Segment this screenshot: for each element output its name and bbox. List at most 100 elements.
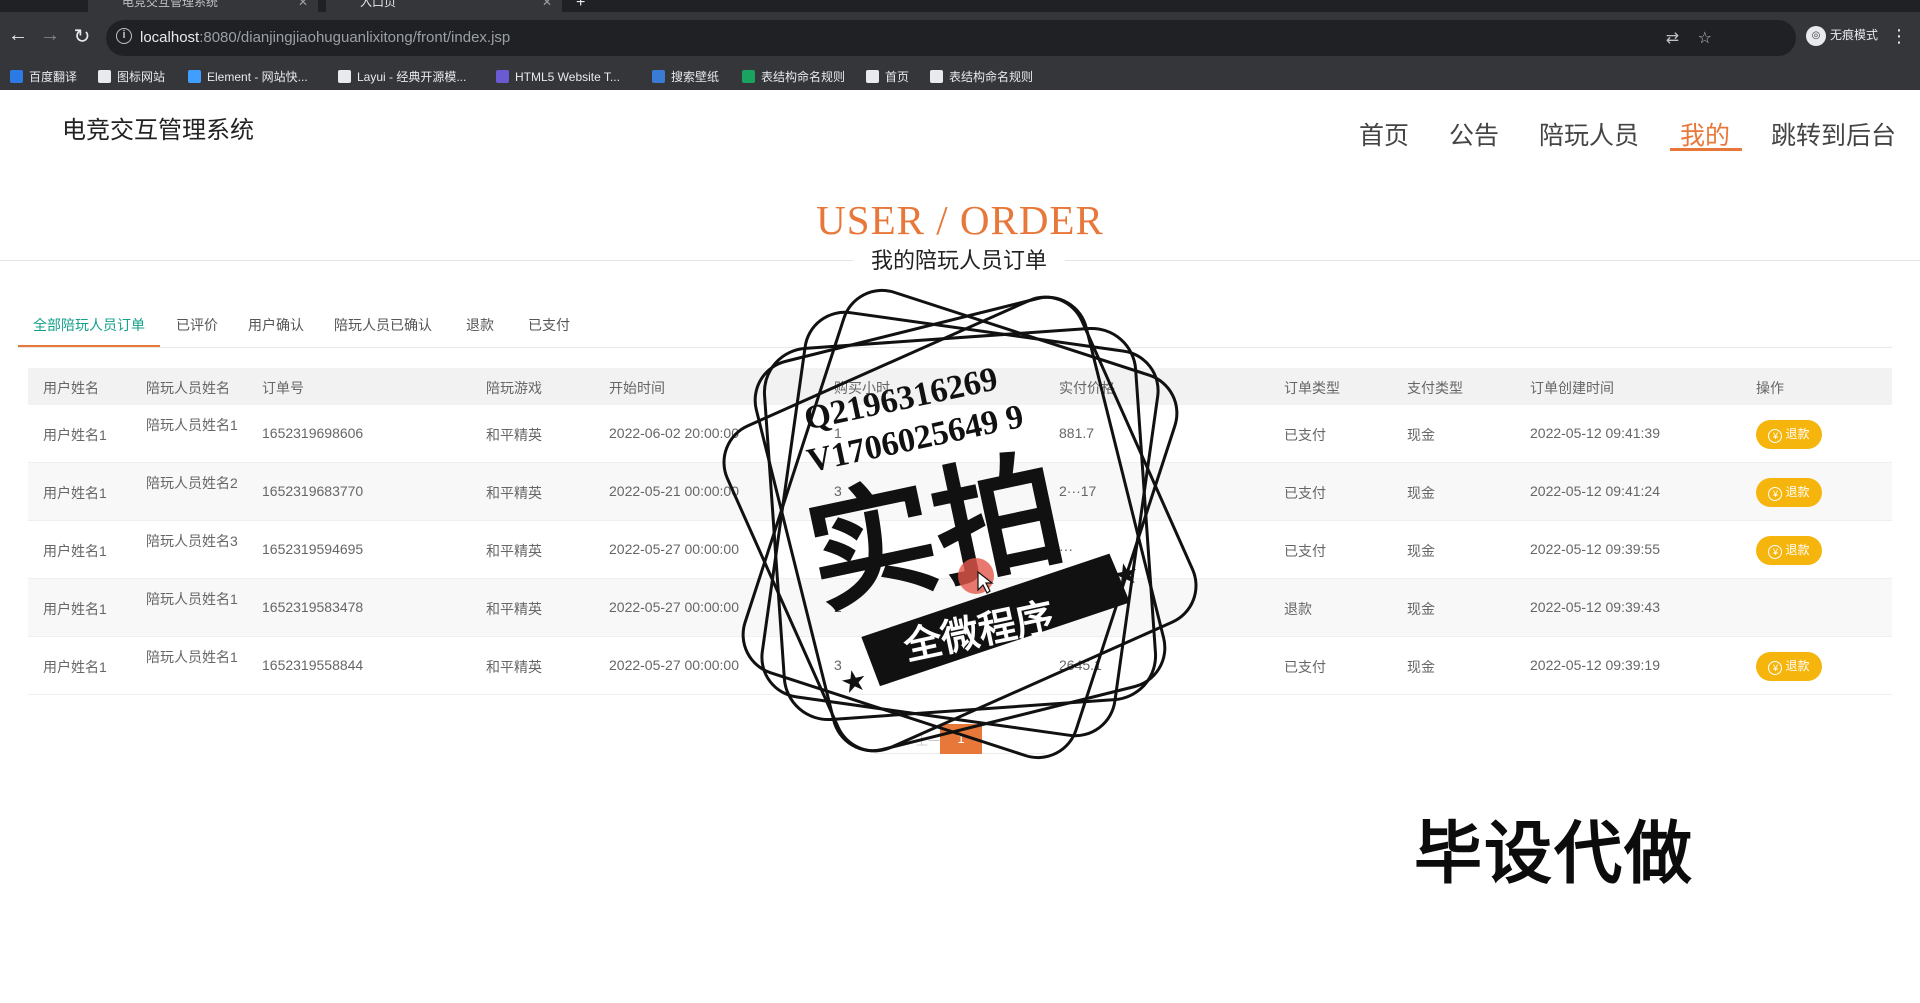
tab-title: 入口页	[360, 0, 397, 9]
cell-game: 和平精英	[486, 543, 542, 559]
new-tab-icon[interactable]: +	[576, 0, 585, 12]
cell-pay-type: 现金	[1407, 485, 1435, 501]
browser-tab-active[interactable]: 入口页 ✕	[326, 0, 562, 12]
bookmark-star-icon[interactable]: ☆	[1698, 30, 1712, 47]
bookmark-label: Element - 网站快...	[207, 70, 308, 84]
refund-button[interactable]: ¥ 退款	[1756, 536, 1822, 565]
section-heading: USER / ORDER	[816, 197, 1104, 243]
nav-notice[interactable]: 公告	[1449, 116, 1499, 152]
cell-order-number: 1652319698606	[262, 425, 364, 441]
bookmark-label: 表结构命名规则	[949, 70, 1034, 84]
cell-game: 和平精英	[486, 601, 542, 617]
close-tab-icon[interactable]: ✕	[298, 0, 308, 12]
tab-refund[interactable]: 退款	[466, 315, 494, 335]
cell-companion-name: 陪玩人员姓名2	[146, 475, 238, 491]
cell-pay-type: 现金	[1407, 543, 1435, 559]
nav-companions[interactable]: 陪玩人员	[1539, 116, 1639, 152]
refund-label: 退款	[1785, 427, 1810, 441]
section-subheading: 我的陪玩人员订单	[853, 246, 1065, 276]
reload-icon[interactable]: ↻	[70, 24, 94, 49]
bookmark-favicon-icon	[652, 70, 665, 83]
cell-order-number: 1652319594695	[262, 541, 364, 557]
bookmark-item[interactable]: 表结构命名规则	[742, 68, 845, 86]
bookmark-label: 表结构命名规则	[761, 70, 846, 84]
bookmark-item[interactable]: HTML5 Website T...	[496, 68, 620, 86]
nav-home[interactable]: 首页	[1359, 116, 1409, 152]
tab-reviewed[interactable]: 已评价	[176, 315, 218, 335]
yuan-icon: ¥	[1768, 545, 1783, 559]
nav-mine[interactable]: 我的	[1680, 116, 1730, 152]
column-header: 操作	[1756, 380, 1784, 396]
cell-user-name: 用户姓名1	[43, 543, 107, 559]
browser-tab[interactable]: 电竞交互管理系统 ✕	[88, 0, 318, 12]
bookmark-favicon-icon	[930, 70, 943, 83]
cell-order-number: 1652319683770	[262, 483, 364, 499]
bookmark-label: HTML5 Website T...	[515, 70, 620, 84]
bookmark-item[interactable]: 百度翻译	[10, 68, 77, 86]
cell-game: 和平精英	[486, 485, 542, 501]
bookmark-item[interactable]: Layui - 经典开源模...	[338, 68, 466, 86]
cell-user-name: 用户姓名1	[43, 659, 107, 675]
tab-companion-confirmed[interactable]: 陪玩人员已确认	[334, 315, 432, 335]
bookmark-item[interactable]: 搜索壁纸	[652, 68, 719, 86]
url-text[interactable]: localhost:8080/dianjingjiaohuguanlixiton…	[140, 29, 510, 46]
cell-game: 和平精英	[486, 427, 542, 443]
site-title: 电竞交互管理系统	[62, 117, 254, 144]
cell-order-number: 1652319583478	[262, 599, 364, 615]
bookmark-item[interactable]: Element - 网站快...	[188, 68, 308, 86]
cell-order-number: 1652319558844	[262, 657, 364, 673]
close-tab-icon[interactable]: ✕	[542, 0, 552, 12]
tab-all-orders[interactable]: 全部陪玩人员订单	[33, 315, 145, 335]
star-icon: ★	[1109, 556, 1142, 594]
browser-menu-icon[interactable]: ⋮	[1890, 26, 1908, 47]
cell-order-type: 已支付	[1284, 543, 1326, 559]
incognito-icon: ◎	[1805, 26, 1826, 46]
column-header: 用户姓名	[43, 380, 99, 396]
bookmark-label: 图标网站	[117, 70, 166, 84]
cell-created-time: 2022-05-12 09:39:43	[1530, 599, 1660, 615]
bookmark-favicon-icon	[742, 70, 755, 83]
cell-created-time: 2022-05-12 09:39:55	[1530, 541, 1660, 557]
refund-button[interactable]: ¥ 退款	[1756, 652, 1822, 681]
column-header: 订单号	[262, 380, 304, 396]
bookmarks-bar: 百度翻译 图标网站 Element - 网站快... Layui - 经典开源模...…	[0, 64, 1920, 90]
refund-label: 退款	[1785, 659, 1810, 673]
cell-user-name: 用户姓名1	[43, 427, 107, 443]
yuan-icon: ¥	[1768, 661, 1783, 675]
incognito-indicator[interactable]: ◎ 无痕模式	[1805, 26, 1878, 46]
nav-admin[interactable]: 跳转到后台	[1771, 116, 1896, 152]
browser-toolbar: ← → ↻ i localhost:8080/dianjingjiaohugua…	[0, 12, 1920, 64]
cell-order-type: 已支付	[1284, 485, 1326, 501]
column-header: 支付类型	[1407, 380, 1463, 396]
cell-companion-name: 陪玩人员姓名1	[146, 417, 238, 433]
bookmark-label: 搜索壁纸	[671, 70, 720, 84]
bookmark-favicon-icon	[866, 70, 879, 83]
site-info-icon[interactable]: i	[116, 28, 132, 44]
cell-created-time: 2022-05-12 09:39:19	[1530, 657, 1660, 673]
incognito-label: 无痕模式	[1829, 28, 1878, 43]
back-arrow-icon[interactable]: ←	[6, 24, 30, 47]
refund-button[interactable]: ¥ 退款	[1756, 420, 1822, 449]
bookmark-item[interactable]: 首页	[866, 68, 909, 86]
refund-button[interactable]: ¥ 退款	[1756, 478, 1822, 507]
cell-companion-name: 陪玩人员姓名3	[146, 533, 238, 549]
cell-user-name: 用户姓名1	[43, 485, 107, 501]
bookmark-item[interactable]: 图标网站	[98, 68, 165, 86]
column-header: 开始时间	[609, 380, 665, 396]
tab-paid[interactable]: 已支付	[528, 315, 570, 335]
bookmark-item[interactable]: 表结构命名规则	[930, 68, 1033, 86]
address-bar[interactable]: i localhost:8080/dianjingjiaohuguanlixit…	[106, 20, 1796, 56]
cell-pay-type: 现金	[1407, 427, 1435, 443]
tab-user-confirmed[interactable]: 用户确认	[248, 315, 304, 335]
bookmark-favicon-icon	[338, 70, 351, 83]
bookmark-favicon-icon	[98, 70, 111, 83]
column-header: 陪玩游戏	[486, 380, 542, 396]
translate-icon[interactable]: ⇄	[1666, 30, 1679, 47]
cell-game: 和平精英	[486, 659, 542, 675]
bookmark-favicon-icon	[496, 70, 509, 83]
star-icon: ★	[837, 663, 870, 701]
watermark-stamp: Q2196316269 V1706025649 9 实拍 全微程序 ★ ★	[722, 288, 1198, 760]
forward-arrow-icon[interactable]: →	[38, 24, 62, 47]
refund-label: 退款	[1785, 485, 1810, 499]
bookmark-favicon-icon	[188, 70, 201, 83]
